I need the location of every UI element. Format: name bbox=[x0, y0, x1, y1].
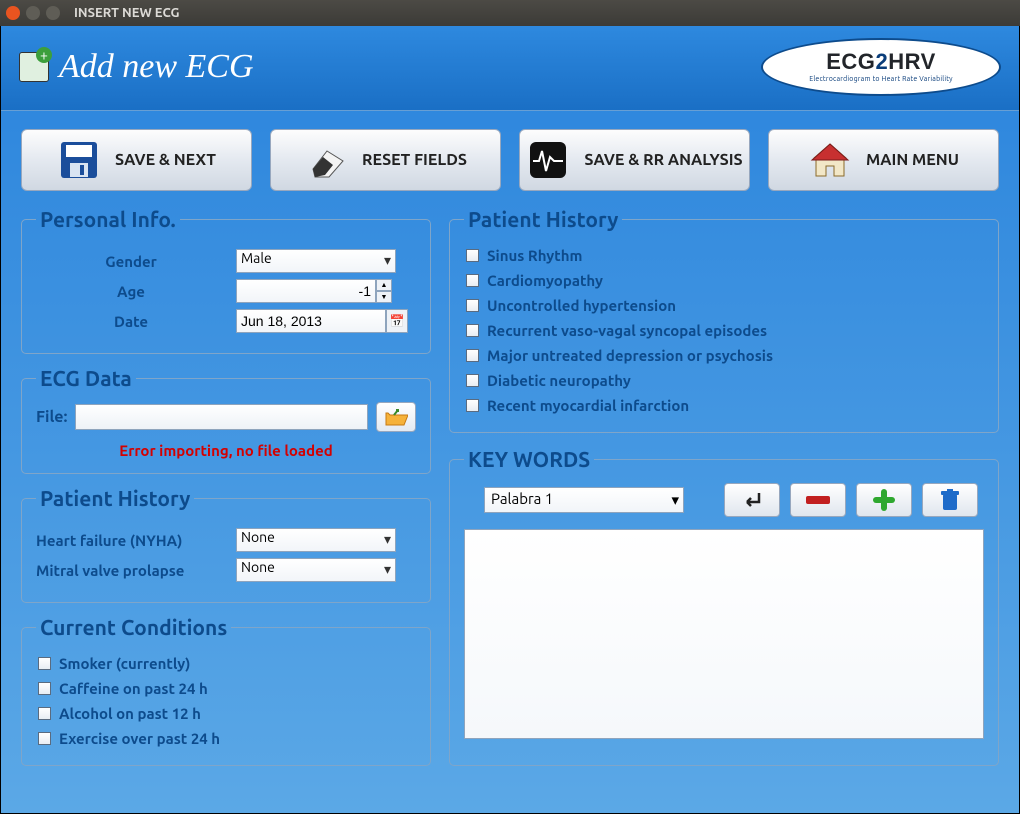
page-title: Add new ECG bbox=[59, 48, 254, 86]
neuropathy-label: Diabetic neuropathy bbox=[487, 372, 631, 389]
save-next-label: SAVE & NEXT bbox=[115, 151, 216, 169]
ecg-icon bbox=[526, 138, 570, 182]
sinus-rhythm-label: Sinus Rhythm bbox=[487, 247, 582, 264]
gender-label: Gender bbox=[36, 253, 226, 270]
mitral-valve-select[interactable]: None bbox=[236, 558, 396, 582]
minimize-icon[interactable] bbox=[26, 6, 40, 20]
minus-icon bbox=[805, 495, 831, 505]
age-spinner[interactable]: ▲▼ bbox=[236, 279, 392, 303]
browse-button[interactable] bbox=[376, 402, 416, 432]
keywords-legend: KEY WORDS bbox=[464, 447, 594, 471]
depression-checkbox[interactable] bbox=[466, 349, 479, 362]
calendar-icon[interactable]: 📅 bbox=[386, 309, 408, 333]
personal-info-group: Personal Info. Gender Male Age ▲▼ Date bbox=[21, 207, 431, 354]
file-label: File: bbox=[36, 408, 67, 426]
window-title: INSERT NEW ECG bbox=[74, 6, 180, 20]
keyword-add-button[interactable] bbox=[856, 483, 912, 517]
eraser-icon bbox=[304, 138, 348, 182]
window-titlebar: INSERT NEW ECG bbox=[0, 0, 1020, 26]
gender-select[interactable]: Male bbox=[236, 249, 396, 273]
smoker-checkbox[interactable] bbox=[38, 657, 51, 670]
patient-history-checkboxes-group: Patient History Sinus Rhythm Cardiomyopa… bbox=[449, 207, 999, 433]
alcohol-checkbox[interactable] bbox=[38, 707, 51, 720]
close-icon[interactable] bbox=[6, 6, 20, 20]
keyword-enter-button[interactable] bbox=[724, 483, 780, 517]
enter-icon bbox=[741, 490, 763, 510]
plus-icon bbox=[872, 488, 896, 512]
spin-down-icon[interactable]: ▼ bbox=[376, 291, 392, 303]
maximize-icon[interactable] bbox=[46, 6, 60, 20]
app-window: Add new ECG ECG2HRV Electrocardiogram to… bbox=[0, 26, 1020, 814]
caffeine-label: Caffeine on past 24 h bbox=[59, 680, 208, 697]
logo-text: ECG2HRV bbox=[826, 51, 936, 73]
reset-label: RESET FIELDS bbox=[362, 151, 467, 169]
depression-label: Major untreated depression or psychosis bbox=[487, 347, 773, 364]
main-menu-label: MAIN MENU bbox=[866, 151, 959, 169]
cardiomyopathy-checkbox[interactable] bbox=[466, 274, 479, 287]
mitral-valve-label: Mitral valve prolapse bbox=[36, 562, 226, 579]
heart-failure-select[interactable]: None bbox=[236, 528, 396, 552]
age-label: Age bbox=[36, 283, 226, 300]
trash-icon bbox=[940, 488, 960, 512]
age-input[interactable] bbox=[236, 279, 376, 303]
ecg-data-legend: ECG Data bbox=[36, 366, 136, 390]
personal-info-legend: Personal Info. bbox=[36, 207, 180, 231]
save-next-button[interactable]: SAVE & NEXT bbox=[21, 129, 252, 191]
date-label: Date bbox=[36, 313, 226, 330]
keyword-select[interactable]: Palabra 1 bbox=[484, 487, 684, 513]
keywords-group: KEY WORDS Palabra 1 bbox=[449, 447, 999, 766]
sinus-rhythm-checkbox[interactable] bbox=[466, 249, 479, 262]
vaso-vagal-checkbox[interactable] bbox=[466, 324, 479, 337]
current-conditions-group: Current Conditions Smoker (currently) Ca… bbox=[21, 615, 431, 766]
alcohol-label: Alcohol on past 12 h bbox=[59, 705, 201, 722]
infarction-label: Recent myocardial infarction bbox=[487, 397, 689, 414]
hypertension-label: Uncontrolled hypertension bbox=[487, 297, 676, 314]
folder-open-icon bbox=[384, 407, 408, 427]
ecg-data-group: ECG Data File: Error importing, no file … bbox=[21, 366, 431, 474]
current-conditions-legend: Current Conditions bbox=[36, 615, 231, 639]
header: Add new ECG ECG2HRV Electrocardiogram to… bbox=[1, 26, 1019, 111]
keywords-textarea[interactable] bbox=[464, 529, 984, 739]
patient-history-ck-legend: Patient History bbox=[464, 207, 622, 231]
heart-failure-label: Heart failure (NYHA) bbox=[36, 532, 226, 549]
main-menu-button[interactable]: MAIN MENU bbox=[768, 129, 999, 191]
floppy-icon bbox=[57, 138, 101, 182]
infarction-checkbox[interactable] bbox=[466, 399, 479, 412]
exercise-checkbox[interactable] bbox=[38, 732, 51, 745]
patient-history-dd-legend: Patient History bbox=[36, 486, 194, 510]
date-input[interactable] bbox=[236, 309, 386, 333]
file-path-input[interactable] bbox=[75, 404, 368, 430]
spin-up-icon[interactable]: ▲ bbox=[376, 279, 392, 291]
keyword-delete-button[interactable] bbox=[922, 483, 978, 517]
add-ecg-icon bbox=[19, 52, 49, 82]
caffeine-checkbox[interactable] bbox=[38, 682, 51, 695]
patient-history-dropdowns-group: Patient History Heart failure (NYHA) Non… bbox=[21, 486, 431, 603]
save-rr-label: SAVE & RR ANALYSIS bbox=[584, 151, 742, 169]
neuropathy-checkbox[interactable] bbox=[466, 374, 479, 387]
save-rr-button[interactable]: SAVE & RR ANALYSIS bbox=[519, 129, 750, 191]
logo-subtext: Electrocardiogram to Heart Rate Variabil… bbox=[809, 75, 953, 83]
file-error-text: Error importing, no file loaded bbox=[36, 442, 416, 459]
smoker-label: Smoker (currently) bbox=[59, 655, 190, 672]
toolbar: SAVE & NEXT RESET FIELDS SAVE & RR ANALY… bbox=[1, 111, 1019, 199]
vaso-vagal-label: Recurrent vaso-vagal syncopal episodes bbox=[487, 322, 767, 339]
keyword-remove-button[interactable] bbox=[790, 483, 846, 517]
reset-button[interactable]: RESET FIELDS bbox=[270, 129, 501, 191]
home-icon bbox=[808, 138, 852, 182]
cardiomyopathy-label: Cardiomyopathy bbox=[487, 272, 603, 289]
exercise-label: Exercise over past 24 h bbox=[59, 730, 220, 747]
hypertension-checkbox[interactable] bbox=[466, 299, 479, 312]
logo: ECG2HRV Electrocardiogram to Heart Rate … bbox=[761, 38, 1001, 96]
